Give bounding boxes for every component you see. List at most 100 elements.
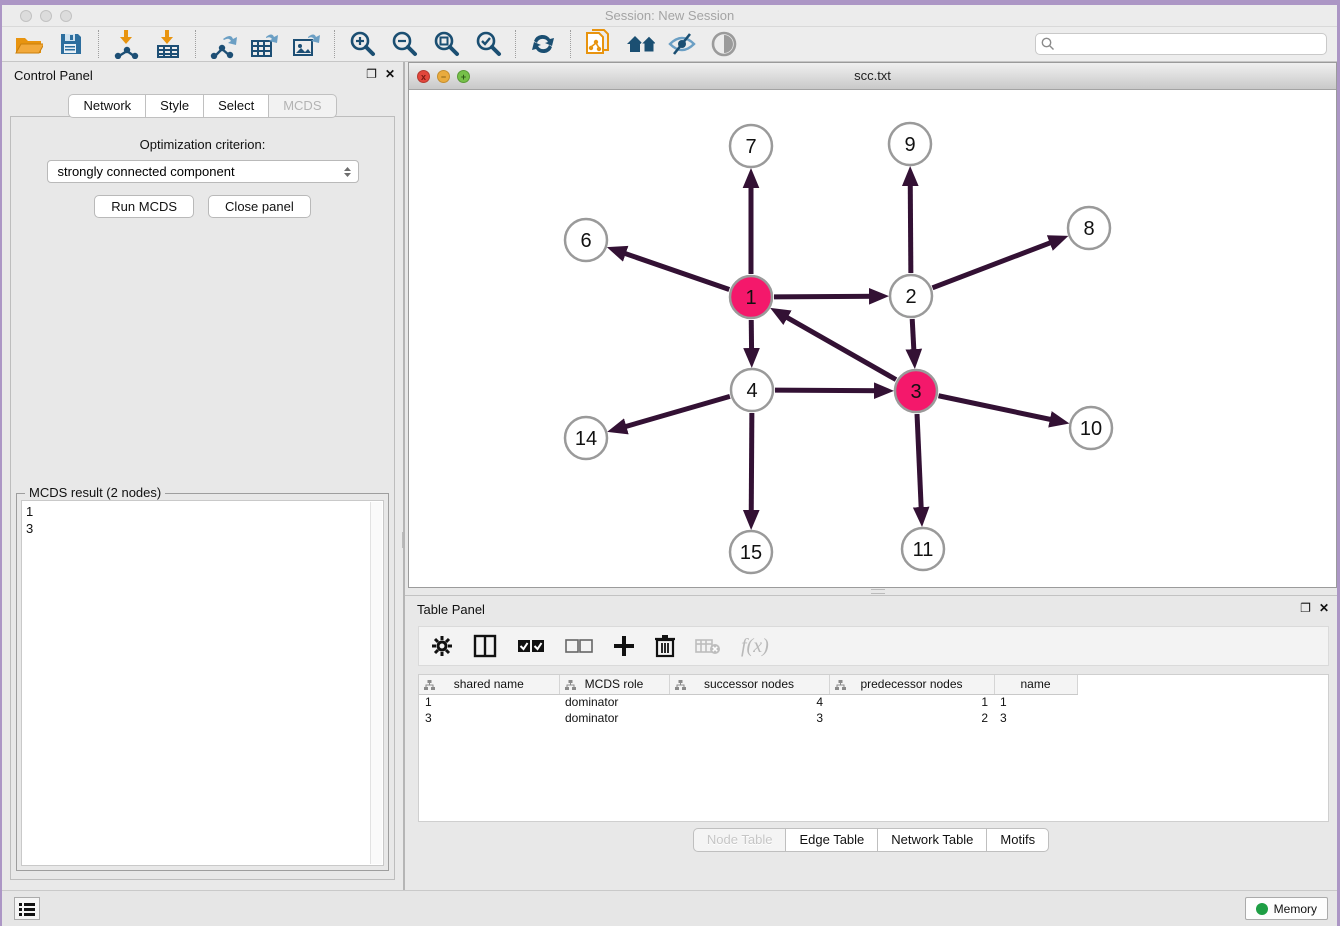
mcds-result-textarea: 1 3 [21,500,384,866]
criterion-select[interactable]: strongly connected component [47,160,359,183]
tab-mcds[interactable]: MCDS [268,94,336,118]
float-panel-icon[interactable]: ❐ [366,68,377,80]
network-view[interactable]: 7 9 6 8 1 2 4 3 10 14 15 11 [409,90,1336,587]
svg-text:14: 14 [575,428,597,450]
tab-motifs[interactable]: Motifs [986,828,1049,852]
graph-node-7[interactable]: 7 [730,125,772,167]
column-header-successor-nodes[interactable]: successor nodes [669,675,829,694]
graph-node-15[interactable]: 15 [730,531,772,573]
table-row[interactable]: 1 dominator 4 1 1 [419,694,1077,710]
table-panel-title: Table Panel [417,602,485,617]
toolbar-separator [570,30,571,58]
zoom-in-icon[interactable] [347,29,377,59]
memory-status-icon [1256,903,1268,915]
export-table-icon[interactable] [250,29,280,59]
graph-edge-3-1[interactable] [779,313,896,380]
graph-node-6[interactable]: 6 [565,219,607,261]
column-header-name[interactable]: name [994,675,1077,694]
import-table-icon[interactable] [153,29,183,59]
network-window-titlebar[interactable]: x − + scc.txt [409,63,1336,90]
save-session-icon[interactable] [56,29,86,59]
delete-table-icon[interactable] [695,637,721,655]
tab-edge-table[interactable]: Edge Table [785,828,877,852]
toolbar-separator [98,30,99,58]
graph-node-8[interactable]: 8 [1068,207,1110,249]
select-all-columns-icon[interactable] [517,639,545,653]
add-column-icon[interactable] [613,635,635,657]
main-toolbar [2,27,1337,62]
graph-edge-4-3[interactable] [775,390,884,391]
zoom-out-icon[interactable] [389,29,419,59]
graph-edge-2-9[interactable] [910,176,911,273]
hierarchy-icon [565,680,576,691]
result-scrollbar[interactable] [370,502,382,864]
control-panel-tabs: Network Style Select MCDS [2,94,403,118]
close-panel-button[interactable]: Close panel [208,195,311,218]
hierarchy-icon [835,680,846,691]
graph-edge-4-14[interactable] [617,396,730,429]
run-mcds-button[interactable]: Run MCDS [94,195,194,218]
graph-edge-4-15[interactable] [751,413,752,520]
title-bar: Session: New Session [2,5,1337,27]
export-image-icon[interactable] [292,29,322,59]
svg-text:11: 11 [913,539,934,561]
table-panel: Table Panel ❐ ✕ [405,595,1337,890]
column-header-predecessor-nodes[interactable]: predecessor nodes [829,675,994,694]
column-header-shared-name[interactable]: shared name [419,675,559,694]
svg-text:8: 8 [1083,218,1094,240]
hierarchy-icon [675,680,686,691]
graph-edge-3-10[interactable] [939,396,1060,422]
open-session-icon[interactable] [14,29,44,59]
apply-layout-icon[interactable] [528,29,558,59]
tab-select[interactable]: Select [203,94,268,118]
criterion-select-value: strongly connected component [58,164,235,179]
graph-node-11[interactable]: 11 [902,528,944,570]
graph-node-10[interactable]: 10 [1070,407,1112,449]
search-icon [1041,37,1055,51]
graph-edge-3-11[interactable] [917,414,922,517]
svg-text:3: 3 [910,381,921,403]
close-panel-icon[interactable]: ✕ [385,68,395,80]
window-title: Session: New Session [2,8,1337,23]
task-history-button[interactable] [14,897,40,920]
tab-network[interactable]: Network [68,94,145,118]
export-network-icon[interactable] [208,29,238,59]
toolbar-separator [334,30,335,58]
toggle-column-pane-icon[interactable] [473,634,497,658]
deselect-all-columns-icon[interactable] [565,639,593,653]
graph-node-9[interactable]: 9 [889,123,931,165]
graph-node-3[interactable]: 3 [895,370,937,412]
select-stepper-icon [343,166,352,178]
search-input[interactable] [1035,33,1327,55]
graph-edge-2-3[interactable] [912,319,914,359]
graph-node-4[interactable]: 4 [731,369,773,411]
tab-network-table[interactable]: Network Table [877,828,986,852]
split-divider-grip[interactable] [871,589,885,594]
tab-node-table[interactable]: Node Table [693,828,786,852]
graph-node-1[interactable]: 1 [730,276,772,318]
hierarchy-icon [424,680,435,691]
table-row[interactable]: 3 dominator 3 2 3 [419,710,1077,726]
column-header-mcds-role[interactable]: MCDS role [559,675,669,694]
import-network-icon[interactable] [111,29,141,59]
graph-edge-2-8[interactable] [932,239,1059,287]
graph-edge-1-6[interactable] [616,250,729,289]
zoom-selected-icon[interactable] [473,29,503,59]
graph-edge-1-2[interactable] [774,296,879,297]
ndex-home-icon[interactable] [625,29,655,59]
memory-button[interactable]: Memory [1245,897,1328,920]
table-settings-icon[interactable] [431,635,453,657]
graph-node-2[interactable]: 2 [890,275,932,317]
show-graphics-details-icon[interactable] [709,29,739,59]
delete-column-icon[interactable] [655,634,675,658]
close-table-panel-icon[interactable]: ✕ [1319,602,1329,614]
hide-graphics-details-icon[interactable] [667,29,697,59]
clone-network-icon[interactable] [583,29,613,59]
float-table-panel-icon[interactable]: ❐ [1300,602,1311,614]
graph-node-14[interactable]: 14 [565,417,607,459]
tab-style[interactable]: Style [145,94,203,118]
function-builder-icon[interactable]: f(x) [741,635,769,658]
zoom-fit-icon[interactable] [431,29,461,59]
table-panel-tabs: Node Table Edge Table Network Table Moti… [405,828,1337,852]
svg-text:7: 7 [745,136,756,158]
